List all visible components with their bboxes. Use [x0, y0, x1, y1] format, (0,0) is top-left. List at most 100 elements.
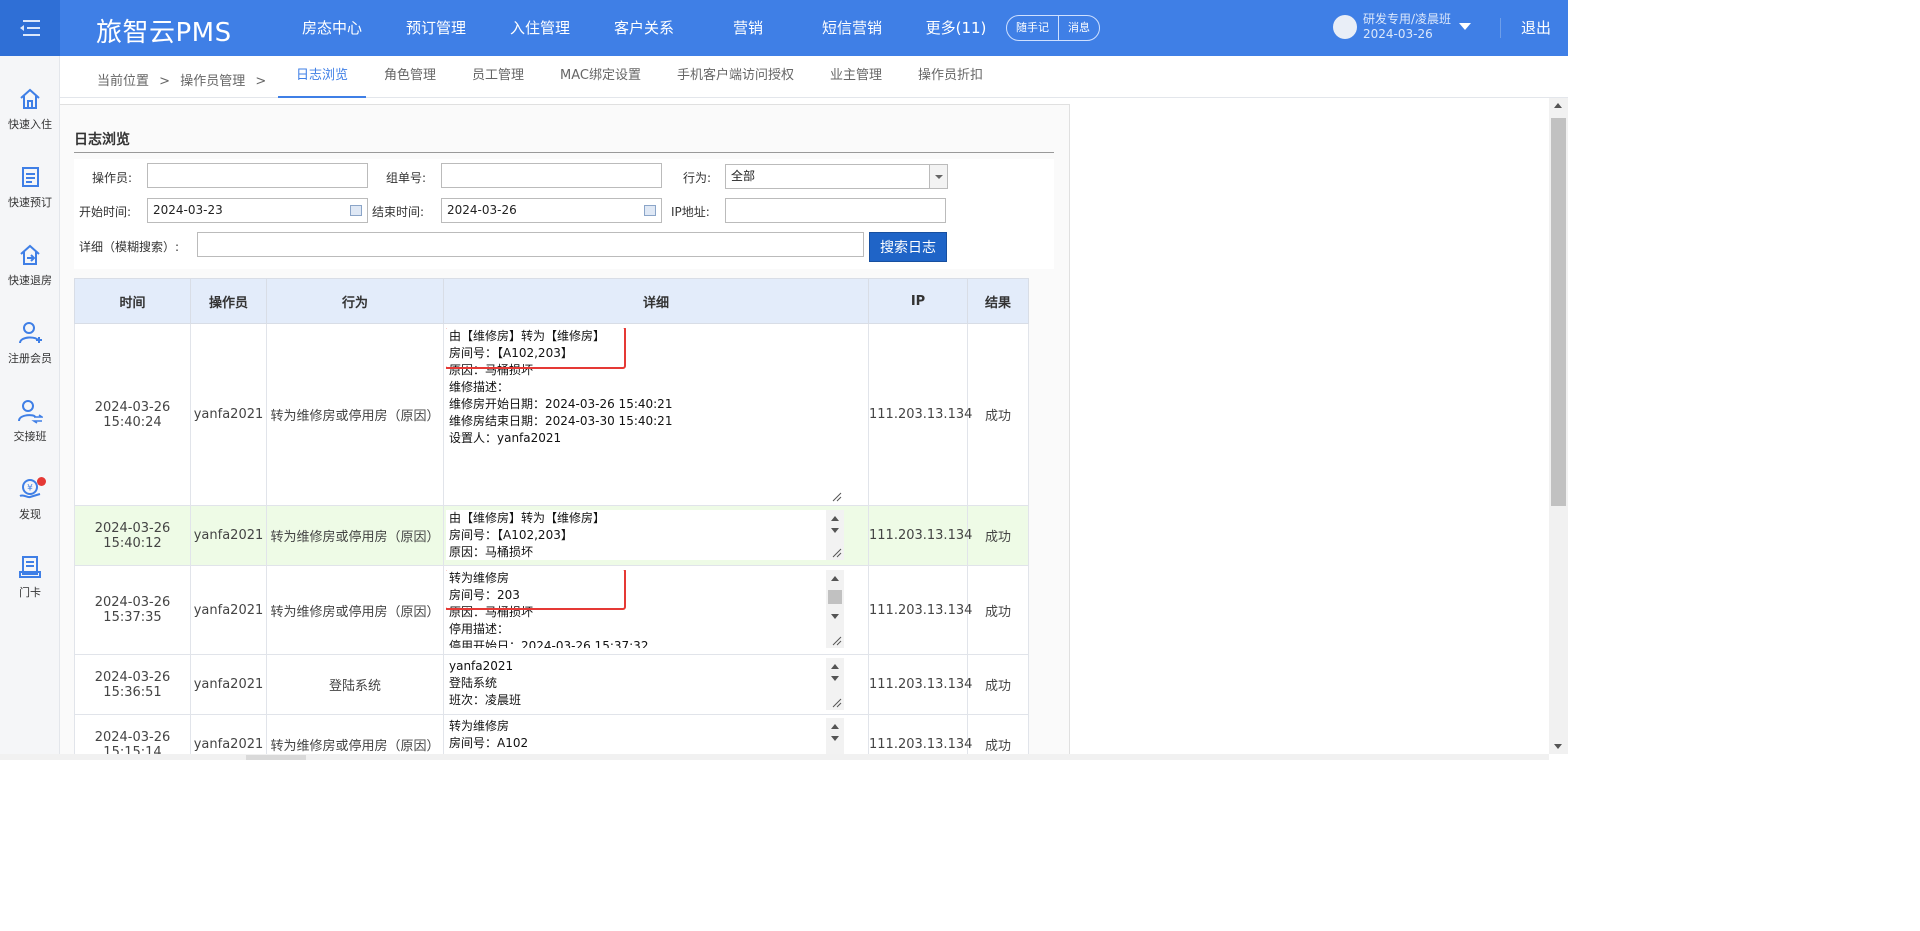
cell-detail: 由【维修房】转为【维修房】 房间号：【A102,203】 原因：马桶损坏 维修描…	[443, 323, 869, 506]
scroll-thumb[interactable]	[828, 590, 842, 604]
action-select-value: 全部	[731, 169, 756, 183]
cell-clock: 15:40:24	[103, 414, 162, 430]
detail-textarea[interactable]: yanfa2021 登陆系统 班次：凌晨班	[446, 658, 844, 710]
notes-button[interactable]: 随手记	[1007, 16, 1058, 40]
scroll-down-icon[interactable]	[831, 528, 839, 533]
highlight-box	[446, 328, 626, 369]
cell-clock: 15:40:12	[103, 535, 162, 551]
user-name: 研发专用/凌晨班	[1363, 12, 1452, 26]
sidebar-item-quick-checkin[interactable]: 快速入住	[0, 86, 60, 156]
horizontal-scrollbar[interactable]	[0, 754, 1549, 760]
nav-customer[interactable]: 客户关系	[592, 0, 696, 56]
nav-checkin[interactable]: 入住管理	[488, 0, 592, 56]
breadcrumb: 当前位置 > 操作员管理 >	[97, 70, 272, 89]
sidebar-item-label: 快速入住	[8, 118, 52, 131]
logout-button[interactable]: 退出	[1500, 18, 1551, 38]
sidebar-item-discover[interactable]: ¥ 发现	[0, 476, 60, 546]
detail-search-input[interactable]	[197, 232, 864, 257]
calendar-icon[interactable]	[350, 205, 362, 216]
group-number-input[interactable]	[441, 163, 662, 188]
column-header-operator: 操作员	[190, 278, 267, 324]
scroll-thumb[interactable]	[246, 755, 306, 760]
sidebar-item-register-member[interactable]: 注册会员	[0, 320, 60, 390]
operator-input[interactable]	[147, 163, 368, 188]
scroll-up-icon[interactable]	[831, 724, 839, 729]
cell-time: 2024-03-26 15:40:12	[74, 505, 191, 566]
group-label: 组单号:	[386, 171, 427, 185]
tab-staff-management[interactable]: 员工管理	[454, 56, 542, 98]
nav-room-status[interactable]: 房态中心	[280, 0, 384, 56]
tab-role-management[interactable]: 角色管理	[366, 56, 454, 98]
home-icon	[20, 88, 40, 109]
cell-action: 转为维修房或停用房（原因）	[266, 505, 444, 566]
user-menu[interactable]: 研发专用/凌晨班 2024-03-26	[1333, 12, 1472, 41]
scroll-thumb[interactable]	[1551, 118, 1566, 506]
cell-operator: yanfa2021	[190, 505, 267, 566]
chevron-down-icon	[929, 165, 947, 188]
sidebar-item-quick-checkout[interactable]: 快速退房	[0, 242, 60, 312]
scroll-down-icon[interactable]	[831, 736, 839, 741]
start-time-label: 开始时间:	[79, 205, 132, 219]
sidebar-item-label: 发现	[19, 508, 41, 521]
breadcrumb-separator: >	[159, 74, 171, 89]
start-time-input[interactable]: 2024-03-23	[147, 198, 368, 223]
scroll-up-icon[interactable]	[831, 664, 839, 669]
cell-result: 成功	[967, 654, 1029, 715]
detail-textarea[interactable]: 由【维修房】转为【维修房】 房间号：【A102,203】 原因：马桶损坏	[446, 510, 844, 560]
chevron-down-icon	[1459, 23, 1472, 30]
resize-grip-icon[interactable]	[831, 697, 842, 708]
detail-line: 班次：凌晨班	[449, 693, 522, 707]
scroll-down-icon[interactable]	[831, 676, 839, 681]
scroll-down-icon[interactable]	[1554, 744, 1562, 749]
detail-line: 房间号：【A102,203】	[449, 528, 573, 542]
resize-grip-icon[interactable]	[831, 547, 842, 558]
table-row: 2024-03-26 15:40:24 yanfa2021 转为维修房或停用房（原…	[74, 323, 1029, 506]
cell-date: 2024-03-26	[94, 595, 171, 610]
log-table: 时间 操作员 行为 详细 IP 结果 2024-03-26 15:40:24 ya…	[74, 278, 1029, 759]
nav-more[interactable]: 更多(11)	[904, 0, 1008, 56]
end-time-input[interactable]: 2024-03-26	[441, 198, 662, 223]
nav-reservation[interactable]: 预订管理	[384, 0, 488, 56]
detail-line: 房间号：A102	[449, 736, 529, 750]
quick-pill-group: 随手记 消息	[1006, 15, 1100, 41]
operator-label: 操作员:	[92, 171, 133, 185]
messages-button[interactable]: 消息	[1058, 16, 1099, 40]
cell-action: 转为维修房或停用房（原因）	[266, 323, 444, 506]
tab-operator-discount[interactable]: 操作员折扣	[900, 56, 1001, 98]
scroll-up-icon[interactable]	[831, 516, 839, 521]
cell-ip: 111.203.13.134	[868, 323, 972, 506]
cell-operator: yanfa2021	[190, 565, 267, 655]
tab-owner-management[interactable]: 业主管理	[812, 56, 900, 98]
tab-log-browse[interactable]: 日志浏览	[278, 56, 367, 98]
sidebar-item-label: 快速预订	[8, 196, 52, 209]
scroll-down-icon[interactable]	[831, 614, 839, 619]
calendar-icon[interactable]	[644, 205, 656, 216]
tab-mac-binding[interactable]: MAC绑定设置	[542, 56, 659, 98]
detail-search-label: 详细（模糊搜索）:	[79, 240, 180, 254]
cell-detail: 由【维修房】转为【维修房】 房间号：【A102,203】 原因：马桶损坏	[443, 505, 869, 566]
menu-toggle-button[interactable]	[0, 0, 60, 56]
scroll-up-icon[interactable]	[1554, 103, 1562, 108]
cell-ip: 111.203.13.134	[868, 565, 972, 655]
sidebar: 快速入住 快速预订 快速退房 注册会员 交接班 ¥ 发现 门卡	[0, 56, 60, 760]
cell-result: 成功	[967, 505, 1029, 566]
tab-mobile-auth[interactable]: 手机客户端访问授权	[659, 56, 812, 98]
resize-grip-icon[interactable]	[831, 491, 842, 502]
page-title: 日志浏览	[74, 132, 130, 148]
detail-textarea[interactable]: 由【维修房】转为【维修房】 房间号：【A102,203】 原因：马桶损坏 维修描…	[446, 328, 844, 504]
sidebar-item-door-card[interactable]: 门卡	[0, 554, 60, 624]
add-user-icon	[19, 322, 42, 344]
sidebar-item-handover[interactable]: 交接班	[0, 398, 60, 468]
action-select[interactable]: 全部	[725, 164, 948, 189]
detail-textarea[interactable]: 转为维修房 房间号：203 原因：马桶损坏 停用描述： 停用开始日：2024-0…	[446, 570, 844, 648]
ip-address-input[interactable]	[725, 198, 946, 223]
nav-marketing[interactable]: 营销	[696, 0, 800, 56]
search-log-button[interactable]: 搜索日志	[869, 232, 947, 262]
resize-grip-icon[interactable]	[831, 635, 842, 646]
page-scrollbar[interactable]	[1549, 98, 1568, 754]
cell-ip: 111.203.13.134	[868, 654, 972, 715]
sidebar-item-quick-booking[interactable]: 快速预订	[0, 164, 60, 234]
nav-sms-marketing[interactable]: 短信营销	[800, 0, 904, 56]
breadcrumb-section[interactable]: 操作员管理	[180, 74, 245, 89]
scroll-up-icon[interactable]	[831, 576, 839, 581]
